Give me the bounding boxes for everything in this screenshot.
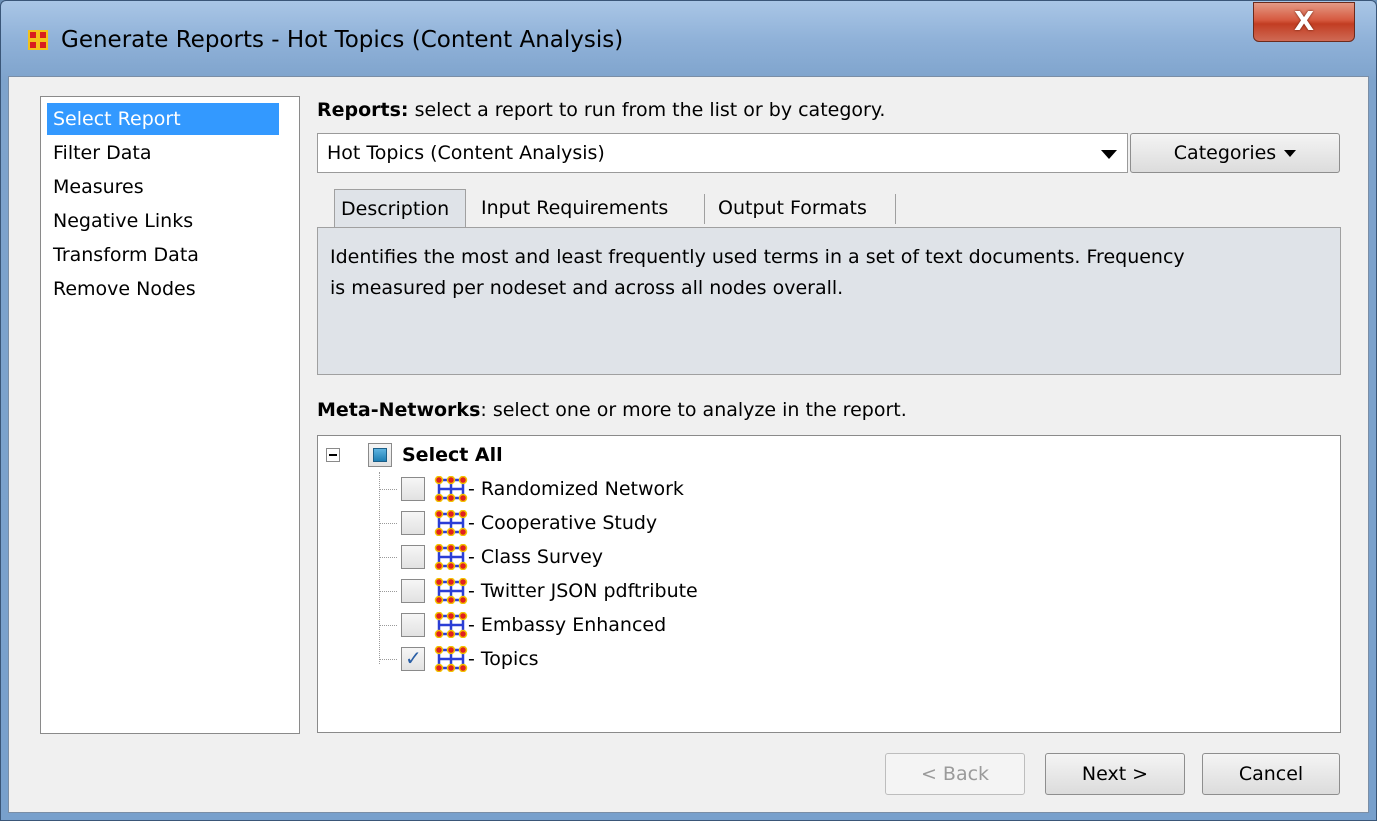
- tab-output-formats[interactable]: Output Formats: [712, 189, 873, 227]
- network-checkbox[interactable]: [401, 511, 425, 535]
- meta-networks-instruction: : select one or more to analyze in the r…: [480, 399, 907, 421]
- meta-networks-label: Meta-Networks: select one or more to ana…: [317, 399, 907, 421]
- tree-row: - Randomized Network: [318, 472, 1340, 506]
- cancel-button[interactable]: Cancel: [1202, 753, 1340, 795]
- sidebar-item-filter-data[interactable]: Filter Data: [47, 137, 157, 169]
- tree-connector: [379, 591, 397, 592]
- network-checkbox[interactable]: [401, 613, 425, 637]
- reports-heading: Reports:: [317, 99, 409, 121]
- tree-row: - Cooperative Study: [318, 506, 1340, 540]
- network-label: - Embassy Enhanced: [468, 614, 667, 636]
- meta-network-icon: [434, 578, 468, 604]
- reports-instruction: select a report to run from the list or …: [408, 99, 886, 121]
- tree-row: - Class Survey: [318, 540, 1340, 574]
- meta-networks-heading: Meta-Networks: [317, 399, 481, 421]
- report-select[interactable]: Hot Topics (Content Analysis): [317, 133, 1128, 173]
- tab-separator: [895, 194, 896, 224]
- network-checkbox[interactable]: ✓: [401, 646, 425, 671]
- description-line-1: Identifies the most and least frequently…: [330, 246, 1185, 268]
- back-button[interactable]: < Back: [885, 753, 1025, 795]
- chevron-down-icon[interactable]: [1101, 150, 1117, 159]
- categories-label: Categories: [1173, 142, 1277, 164]
- tree-row: - Embassy Enhanced: [318, 608, 1340, 642]
- network-label: - Cooperative Study: [468, 512, 658, 534]
- sidebar-item-remove-nodes[interactable]: Remove Nodes: [47, 273, 202, 305]
- meta-network-icon: [434, 476, 468, 502]
- next-button[interactable]: Next >: [1045, 753, 1185, 795]
- dropdown-caret-icon: [1284, 149, 1297, 157]
- tree-row: ✓ - Topics: [318, 642, 1340, 676]
- ora-app-icon: [28, 30, 48, 50]
- report-window: Generate Reports - Hot Topics (Content A…: [0, 0, 1377, 821]
- sidebar-item-select-report[interactable]: Select Report: [47, 103, 279, 135]
- report-select-value: Hot Topics (Content Analysis): [327, 142, 605, 164]
- wizard-steps-list: Select Report Filter Data Measures Negat…: [40, 96, 300, 734]
- tree-connector: [379, 489, 397, 490]
- tree-connector: [379, 625, 397, 626]
- network-label: - Twitter JSON pdftribute: [468, 580, 698, 602]
- network-label: - Class Survey: [468, 546, 604, 568]
- close-icon: X: [1293, 7, 1315, 37]
- checkmark-icon: ✓: [405, 646, 422, 670]
- description-panel: Identifies the most and least frequently…: [317, 227, 1341, 375]
- tree-connector: [379, 659, 397, 660]
- tree-row-select-all: Select All: [318, 438, 1340, 472]
- tree-connector: [379, 557, 397, 558]
- window-title: Generate Reports - Hot Topics (Content A…: [61, 27, 624, 53]
- network-checkbox[interactable]: [401, 545, 425, 569]
- meta-network-icon: [434, 646, 468, 672]
- meta-network-icon: [434, 510, 468, 536]
- title-bar[interactable]: Generate Reports - Hot Topics (Content A…: [1, 1, 1376, 76]
- sidebar-item-measures[interactable]: Measures: [47, 171, 150, 203]
- tab-input-requirements[interactable]: Input Requirements: [475, 189, 674, 227]
- collapse-icon[interactable]: [326, 448, 340, 462]
- meta-network-icon: [434, 544, 468, 570]
- sidebar-item-negative-links[interactable]: Negative Links: [47, 205, 199, 237]
- network-label: - Randomized Network: [468, 478, 684, 500]
- dialog-body: Select Report Filter Data Measures Negat…: [8, 76, 1369, 813]
- tree-connector: [379, 523, 397, 524]
- meta-network-icon: [434, 612, 468, 638]
- select-all-label: Select All: [402, 444, 503, 466]
- sidebar-item-transform-data[interactable]: Transform Data: [47, 239, 205, 271]
- tree-row: - Twitter JSON pdftribute: [318, 574, 1340, 608]
- network-checkbox[interactable]: [401, 579, 425, 603]
- meta-network-tree: Select All - Randomized Network - Cooper…: [317, 435, 1341, 733]
- tab-separator: [704, 194, 705, 224]
- network-checkbox[interactable]: [401, 477, 425, 501]
- reports-label: Reports: select a report to run from the…: [317, 99, 885, 121]
- select-all-checkbox[interactable]: [368, 443, 392, 467]
- close-button[interactable]: X: [1253, 2, 1355, 42]
- network-label: - Topics: [468, 648, 539, 670]
- tab-description[interactable]: Description: [334, 189, 466, 227]
- description-line-2: is measured per nodeset and across all n…: [330, 277, 844, 299]
- categories-button[interactable]: Categories: [1130, 133, 1340, 173]
